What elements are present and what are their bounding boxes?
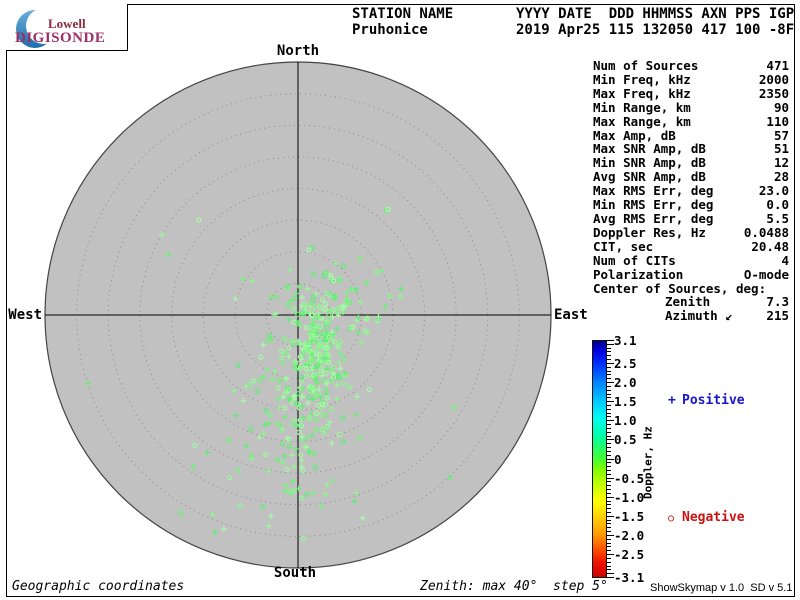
plus-marker-icon: +	[668, 393, 676, 408]
stat-row: Max Amp, dB 57	[593, 127, 789, 143]
stat-label: Doppler Res, Hz	[593, 224, 706, 240]
stat-value: 51	[773, 141, 789, 157]
skymap-window: Lowell DIGISONDE STATION NAME YYYY DATE …	[0, 0, 800, 600]
stat-value: 0.0488	[743, 224, 789, 240]
stat-label: Max Amp, dB	[593, 127, 676, 143]
statistics-panel: Num of Sources 471 Min Freq, kHz 2000 Max Fr…	[593, 59, 789, 323]
colorbar-label: -3.1	[614, 570, 645, 585]
stat-value: 215	[766, 308, 789, 324]
stat-value: 2350	[758, 85, 789, 101]
stat-row: Max RMS Err, deg 23.0	[593, 184, 789, 198]
stat-label: CIT, sec	[593, 238, 654, 254]
stat-row: CIT, sec 20.48	[593, 238, 789, 254]
legend-negative-label: Negative	[682, 510, 745, 525]
stat-value: 471	[766, 58, 789, 73]
legend-positive-label: Positive	[682, 393, 745, 408]
coordinates-mode-label: Geographic coordinates	[12, 579, 185, 594]
circle-marker-icon: ○	[668, 513, 675, 524]
stat-label: Min SNR Amp, dB	[593, 155, 706, 171]
stat-value: 5.5	[766, 210, 789, 226]
stat-label: Avg RMS Err, deg	[593, 210, 714, 226]
stat-value: 28	[773, 169, 789, 185]
legend-positive: + Positive	[668, 393, 745, 408]
stat-row: Min Freq, kHz 2000	[593, 73, 789, 87]
compass-east-label: East	[554, 307, 588, 323]
stat-label: Center of Sources, deg:	[593, 280, 767, 296]
stat-label: Zenith	[665, 294, 711, 310]
stat-value: 12	[773, 155, 789, 171]
stat-value: 7.3	[766, 294, 789, 310]
stat-label: Azimuth ↙	[665, 308, 733, 324]
colorbar-label: 0.5	[614, 432, 637, 448]
stat-label: Min RMS Err, deg	[593, 197, 714, 213]
stat-row: Azimuth ↙ 215	[593, 309, 789, 323]
software-version-label: ShowSkymap v 1.0 SD v 5.1	[650, 582, 793, 594]
compass-north-label: North	[276, 43, 320, 59]
colorbar-title: Doppler, Hz	[641, 426, 655, 500]
stat-value: 23.0	[758, 183, 789, 199]
stat-row: Num of CITs 4	[593, 252, 789, 268]
colorbar-label: 1.0	[614, 413, 637, 429]
stat-label: Max SNR Amp, dB	[593, 141, 706, 157]
stat-label: Min Freq, kHz	[593, 71, 691, 87]
colorbar-label: 1.5	[614, 394, 637, 410]
colorbar-label: -1.0	[614, 489, 645, 505]
colorbar-label: 3.1	[614, 333, 637, 348]
stat-row: Zenith 7.3	[593, 295, 789, 309]
stat-row: Avg SNR Amp, dB 28	[593, 170, 789, 184]
stat-row: Avg RMS Err, deg 5.5	[593, 212, 789, 226]
colorbar-label: 2.5	[614, 355, 637, 371]
stat-label: Avg SNR Amp, dB	[593, 169, 706, 185]
zenith-scale-label: Zenith: max 40° step 5°	[420, 579, 608, 594]
stat-row: Min Range, km 90	[593, 99, 789, 115]
stat-value: O-mode	[743, 266, 789, 282]
stat-row: Max Freq, kHz 2350	[593, 85, 789, 101]
stat-value: 57	[773, 127, 789, 143]
compass-south-label: South	[273, 565, 317, 581]
colorbar-label: -1.5	[614, 508, 645, 524]
stat-row: Num of Sources 471	[593, 59, 789, 73]
stat-value: 90	[773, 99, 789, 115]
stat-value: 110	[766, 113, 789, 129]
stat-row: Doppler Res, Hz 0.0488	[593, 224, 789, 240]
stat-value: 0.0	[766, 197, 789, 213]
colorbar-label: 0	[614, 451, 622, 467]
stat-label: Max RMS Err, deg	[593, 183, 714, 199]
colorbar-label: -0.5	[614, 470, 645, 486]
stat-value: 20.48	[751, 238, 789, 254]
colorbar-label: -2.5	[614, 547, 645, 563]
stat-label: Num of Sources	[593, 58, 699, 73]
doppler-colorbar	[592, 340, 607, 578]
stat-label: Num of CITs	[593, 252, 676, 268]
stat-value: 4	[781, 252, 789, 268]
colorbar-label: 2.0	[614, 375, 637, 391]
stat-row: Min RMS Err, deg 0.0	[593, 198, 789, 212]
stat-row: Center of Sources, deg:	[593, 280, 789, 296]
stat-label: Max Range, km	[593, 113, 691, 129]
legend-negative: ○ Negative	[668, 510, 745, 525]
colorbar-label: -2.0	[614, 527, 645, 543]
compass-west-label: West	[8, 307, 42, 323]
stat-label: Polarization	[593, 266, 684, 282]
stat-row: Max Range, km 110	[593, 113, 789, 129]
stat-row: Min SNR Amp, dB 12	[593, 156, 789, 170]
stat-label: Min Range, km	[593, 99, 691, 115]
stat-value: 2000	[758, 71, 789, 87]
stat-row: Polarization O-mode	[593, 266, 789, 282]
stat-label: Max Freq, kHz	[593, 85, 691, 101]
stat-row: Max SNR Amp, dB 51	[593, 142, 789, 156]
